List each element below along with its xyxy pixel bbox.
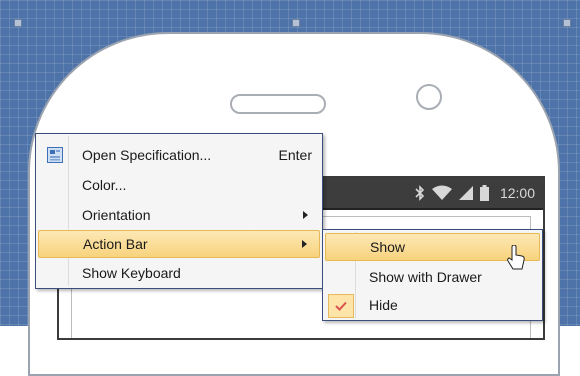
menu-item-action-bar[interactable]: Action Bar bbox=[38, 230, 320, 258]
menu-item-orientation[interactable]: Orientation bbox=[38, 202, 320, 228]
submenu-item-hide[interactable]: Hide bbox=[325, 292, 540, 318]
menu-item-label: Show Keyboard bbox=[82, 265, 181, 281]
selection-handle-top-left[interactable] bbox=[14, 19, 22, 27]
menu-item-label: Show bbox=[370, 239, 406, 255]
submenu-arrow-icon bbox=[302, 240, 307, 248]
phone-speaker bbox=[230, 94, 326, 114]
battery-icon bbox=[479, 185, 489, 201]
check-icon bbox=[328, 294, 354, 318]
bluetooth-icon bbox=[415, 185, 425, 201]
menu-item-shortcut: Enter bbox=[278, 147, 312, 163]
menu-item-color[interactable]: Color... bbox=[38, 172, 320, 198]
menu-item-label: Hide bbox=[369, 297, 398, 313]
menu-item-label: Open Specification... bbox=[82, 147, 212, 163]
menu-item-show-keyboard[interactable]: Show Keyboard bbox=[38, 260, 320, 286]
context-menu: Open Specification... Enter Color... Ori… bbox=[35, 133, 323, 289]
menu-item-open-specification[interactable]: Open Specification... Enter bbox=[38, 142, 320, 168]
phone-camera bbox=[416, 84, 442, 110]
menu-item-label: Show with Drawer bbox=[369, 269, 482, 285]
selection-handle-top-center[interactable] bbox=[292, 19, 300, 27]
signal-icon bbox=[458, 185, 473, 201]
selection-handle-top-right[interactable] bbox=[563, 19, 571, 27]
menu-item-label: Color... bbox=[82, 177, 127, 193]
status-time: 12:00 bbox=[499, 185, 535, 201]
menu-item-label: Orientation bbox=[82, 207, 151, 223]
submenu-arrow-icon bbox=[303, 211, 308, 219]
mouse-cursor-icon bbox=[507, 244, 527, 276]
specification-icon bbox=[47, 147, 63, 166]
wifi-icon bbox=[431, 185, 452, 201]
menu-item-label: Action Bar bbox=[83, 236, 148, 252]
